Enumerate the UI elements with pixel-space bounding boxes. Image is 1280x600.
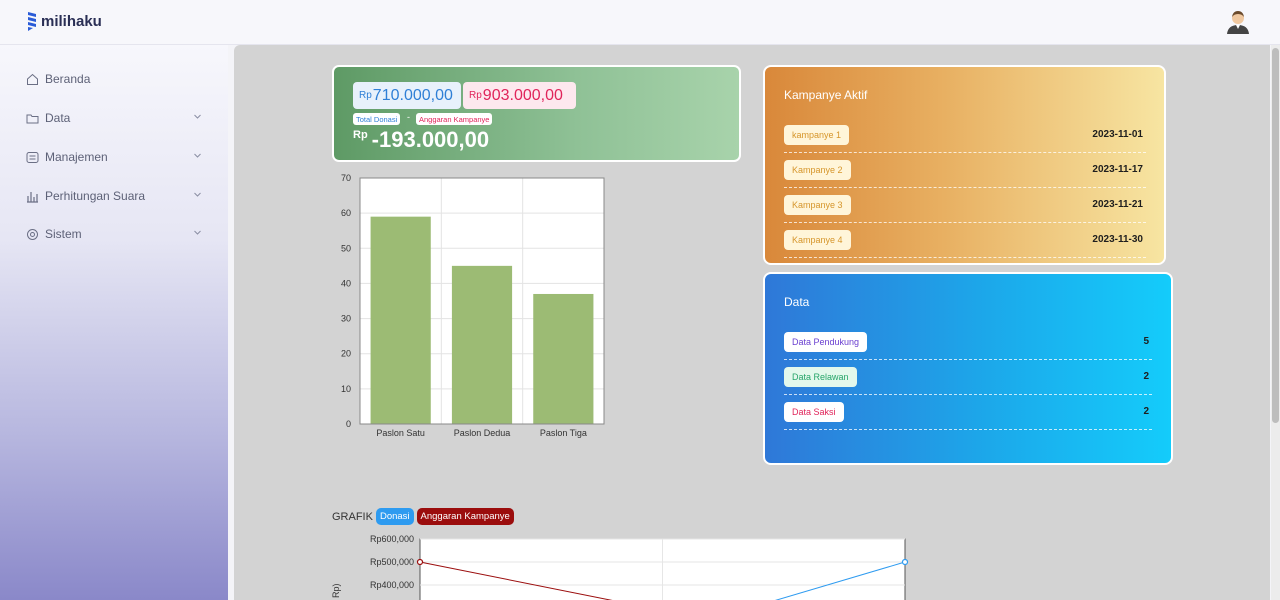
- kampanye-date: 2023-11-01: [1092, 129, 1143, 140]
- brand-logo[interactable]: milihaku: [27, 11, 102, 31]
- sidebar-item-beranda[interactable]: Beranda: [26, 69, 206, 89]
- data-saksi-count: 2: [1143, 406, 1149, 417]
- list-item[interactable]: kampanye 1 2023-11-01: [784, 118, 1146, 153]
- sidebar-item-sistem[interactable]: Sistem: [26, 224, 206, 244]
- user-avatar-icon[interactable]: [1225, 8, 1251, 34]
- y-tick-label: 10: [341, 384, 351, 394]
- top-bar: milihaku: [0, 0, 1280, 45]
- chevron-down-icon: [194, 114, 201, 119]
- y-tick-label: Rp500,000: [370, 557, 414, 567]
- y-tick-label: Rp400,000: [370, 580, 414, 590]
- gear-icon: [27, 228, 38, 240]
- data-card-title: Data: [784, 295, 810, 309]
- data-relawan-count: 2: [1143, 371, 1149, 382]
- kampanye-aktif-card: Kampanye Aktif kampanye 1 2023-11-01 Kam…: [763, 65, 1166, 265]
- y-tick-label: 70: [341, 173, 351, 183]
- bar: [451, 265, 513, 424]
- folder-icon: [26, 114, 39, 123]
- scrollbar-thumb[interactable]: [1272, 48, 1279, 423]
- kampanye-date: 2023-11-30: [1092, 234, 1143, 245]
- sidebar-item-label: Data: [45, 111, 71, 125]
- bar: [370, 216, 431, 424]
- data-point-donasi: [901, 558, 909, 566]
- sidebar-item-perhitungan-suara[interactable]: Perhitungan Suara: [26, 186, 206, 206]
- list-icon: [26, 151, 39, 163]
- donasi-anggaran-line-chart: Rp600,000 Rp500,000 Rp400,000 Rp): [331, 534, 909, 600]
- data-relawan-label[interactable]: Data Relawan: [784, 367, 857, 387]
- home-icon: [27, 73, 38, 85]
- balance-difference: Rp -193.000,00: [353, 127, 490, 152]
- list-item[interactable]: Data Pendukung 5: [784, 325, 1152, 360]
- y-tick-label: 50: [341, 243, 351, 253]
- kampanye-date: 2023-11-21: [1092, 199, 1143, 210]
- sidebar: [0, 45, 228, 600]
- finance-summary-card: Rp 710.000,00 Rp 903.000,00 Total Donasi -…: [332, 65, 741, 162]
- data-pendukung-count: 5: [1143, 336, 1149, 347]
- total-donasi-amount: Rp 710.000,00: [353, 82, 461, 109]
- sidebar-item-label: Perhitungan Suara: [45, 189, 146, 203]
- sidebar-item-label: Beranda: [45, 72, 91, 86]
- y-tick-label: 20: [341, 349, 351, 359]
- anggaran-kampanye-tag: Anggaran Kampanye: [416, 113, 493, 125]
- kampanye-date: 2023-11-17: [1092, 164, 1143, 175]
- list-item[interactable]: Kampanye 4 2023-11-30: [784, 223, 1146, 258]
- bar-chart-icon: [27, 191, 38, 203]
- list-item[interactable]: Data Saksi 2: [784, 395, 1152, 430]
- sidebar-item-manajemen[interactable]: Manajemen: [26, 147, 206, 167]
- chevron-down-icon: [194, 230, 201, 235]
- chevron-down-icon: [194, 153, 201, 158]
- bar: [533, 293, 594, 424]
- y-tick-label: 0: [346, 419, 351, 429]
- list-item[interactable]: Data Relawan 2: [784, 360, 1152, 395]
- data-saksi-label[interactable]: Data Saksi: [784, 402, 844, 422]
- kampanye-name[interactable]: Kampanye 2: [784, 160, 851, 180]
- list-item[interactable]: Kampanye 2 2023-11-17: [784, 153, 1146, 188]
- x-tick-label: Paslon Tiga: [540, 428, 587, 438]
- y-tick-label: 60: [341, 208, 351, 218]
- data-point-anggaran: [416, 558, 424, 566]
- brand-name: milihaku: [41, 12, 102, 30]
- legend-anggaran-kampanye[interactable]: Anggaran Kampanye: [416, 508, 514, 525]
- x-tick-label: Paslon Satu: [376, 428, 425, 438]
- grafik-header: GRAFIK Donasi Anggaran Kampanye: [332, 508, 514, 525]
- legend-donasi[interactable]: Donasi: [375, 508, 414, 525]
- kampanye-name[interactable]: Kampanye 4: [784, 230, 851, 250]
- data-summary-card: Data Data Pendukung 5 Data Relawan 2 Dat…: [763, 272, 1173, 465]
- y-tick-label: 40: [341, 278, 351, 288]
- data-pendukung-label[interactable]: Data Pendukung: [784, 332, 868, 352]
- chevron-down-icon: [194, 192, 201, 197]
- list-item[interactable]: Kampanye 3 2023-11-21: [784, 188, 1146, 223]
- total-donasi-tag: Total Donasi: [353, 113, 401, 125]
- sidebar-item-data[interactable]: Data: [26, 108, 206, 128]
- vote-bar-chart: 0 10 20 30 40 50 60 70 Paslon Satu Paslon Dedua Pa…: [341, 173, 605, 438]
- y-tick-label: 30: [341, 314, 351, 324]
- sidebar-item-label: Manajemen: [45, 150, 108, 164]
- y-tick-label: Rp600,000: [370, 534, 414, 544]
- kampanye-card-title: Kampanye Aktif: [784, 88, 868, 102]
- kampanye-name[interactable]: Kampanye 3: [784, 195, 851, 215]
- minus-separator: -: [407, 112, 410, 122]
- y-axis-label: Rp): [331, 583, 341, 598]
- grafik-title: GRAFIK: [332, 510, 373, 523]
- logo-icon: [28, 12, 36, 31]
- kampanye-name[interactable]: kampanye 1: [784, 125, 850, 145]
- x-tick-label: Paslon Dedua: [454, 428, 511, 438]
- sidebar-item-label: Sistem: [45, 227, 82, 241]
- anggaran-kampanye-amount: Rp 903.000,00: [463, 82, 576, 109]
